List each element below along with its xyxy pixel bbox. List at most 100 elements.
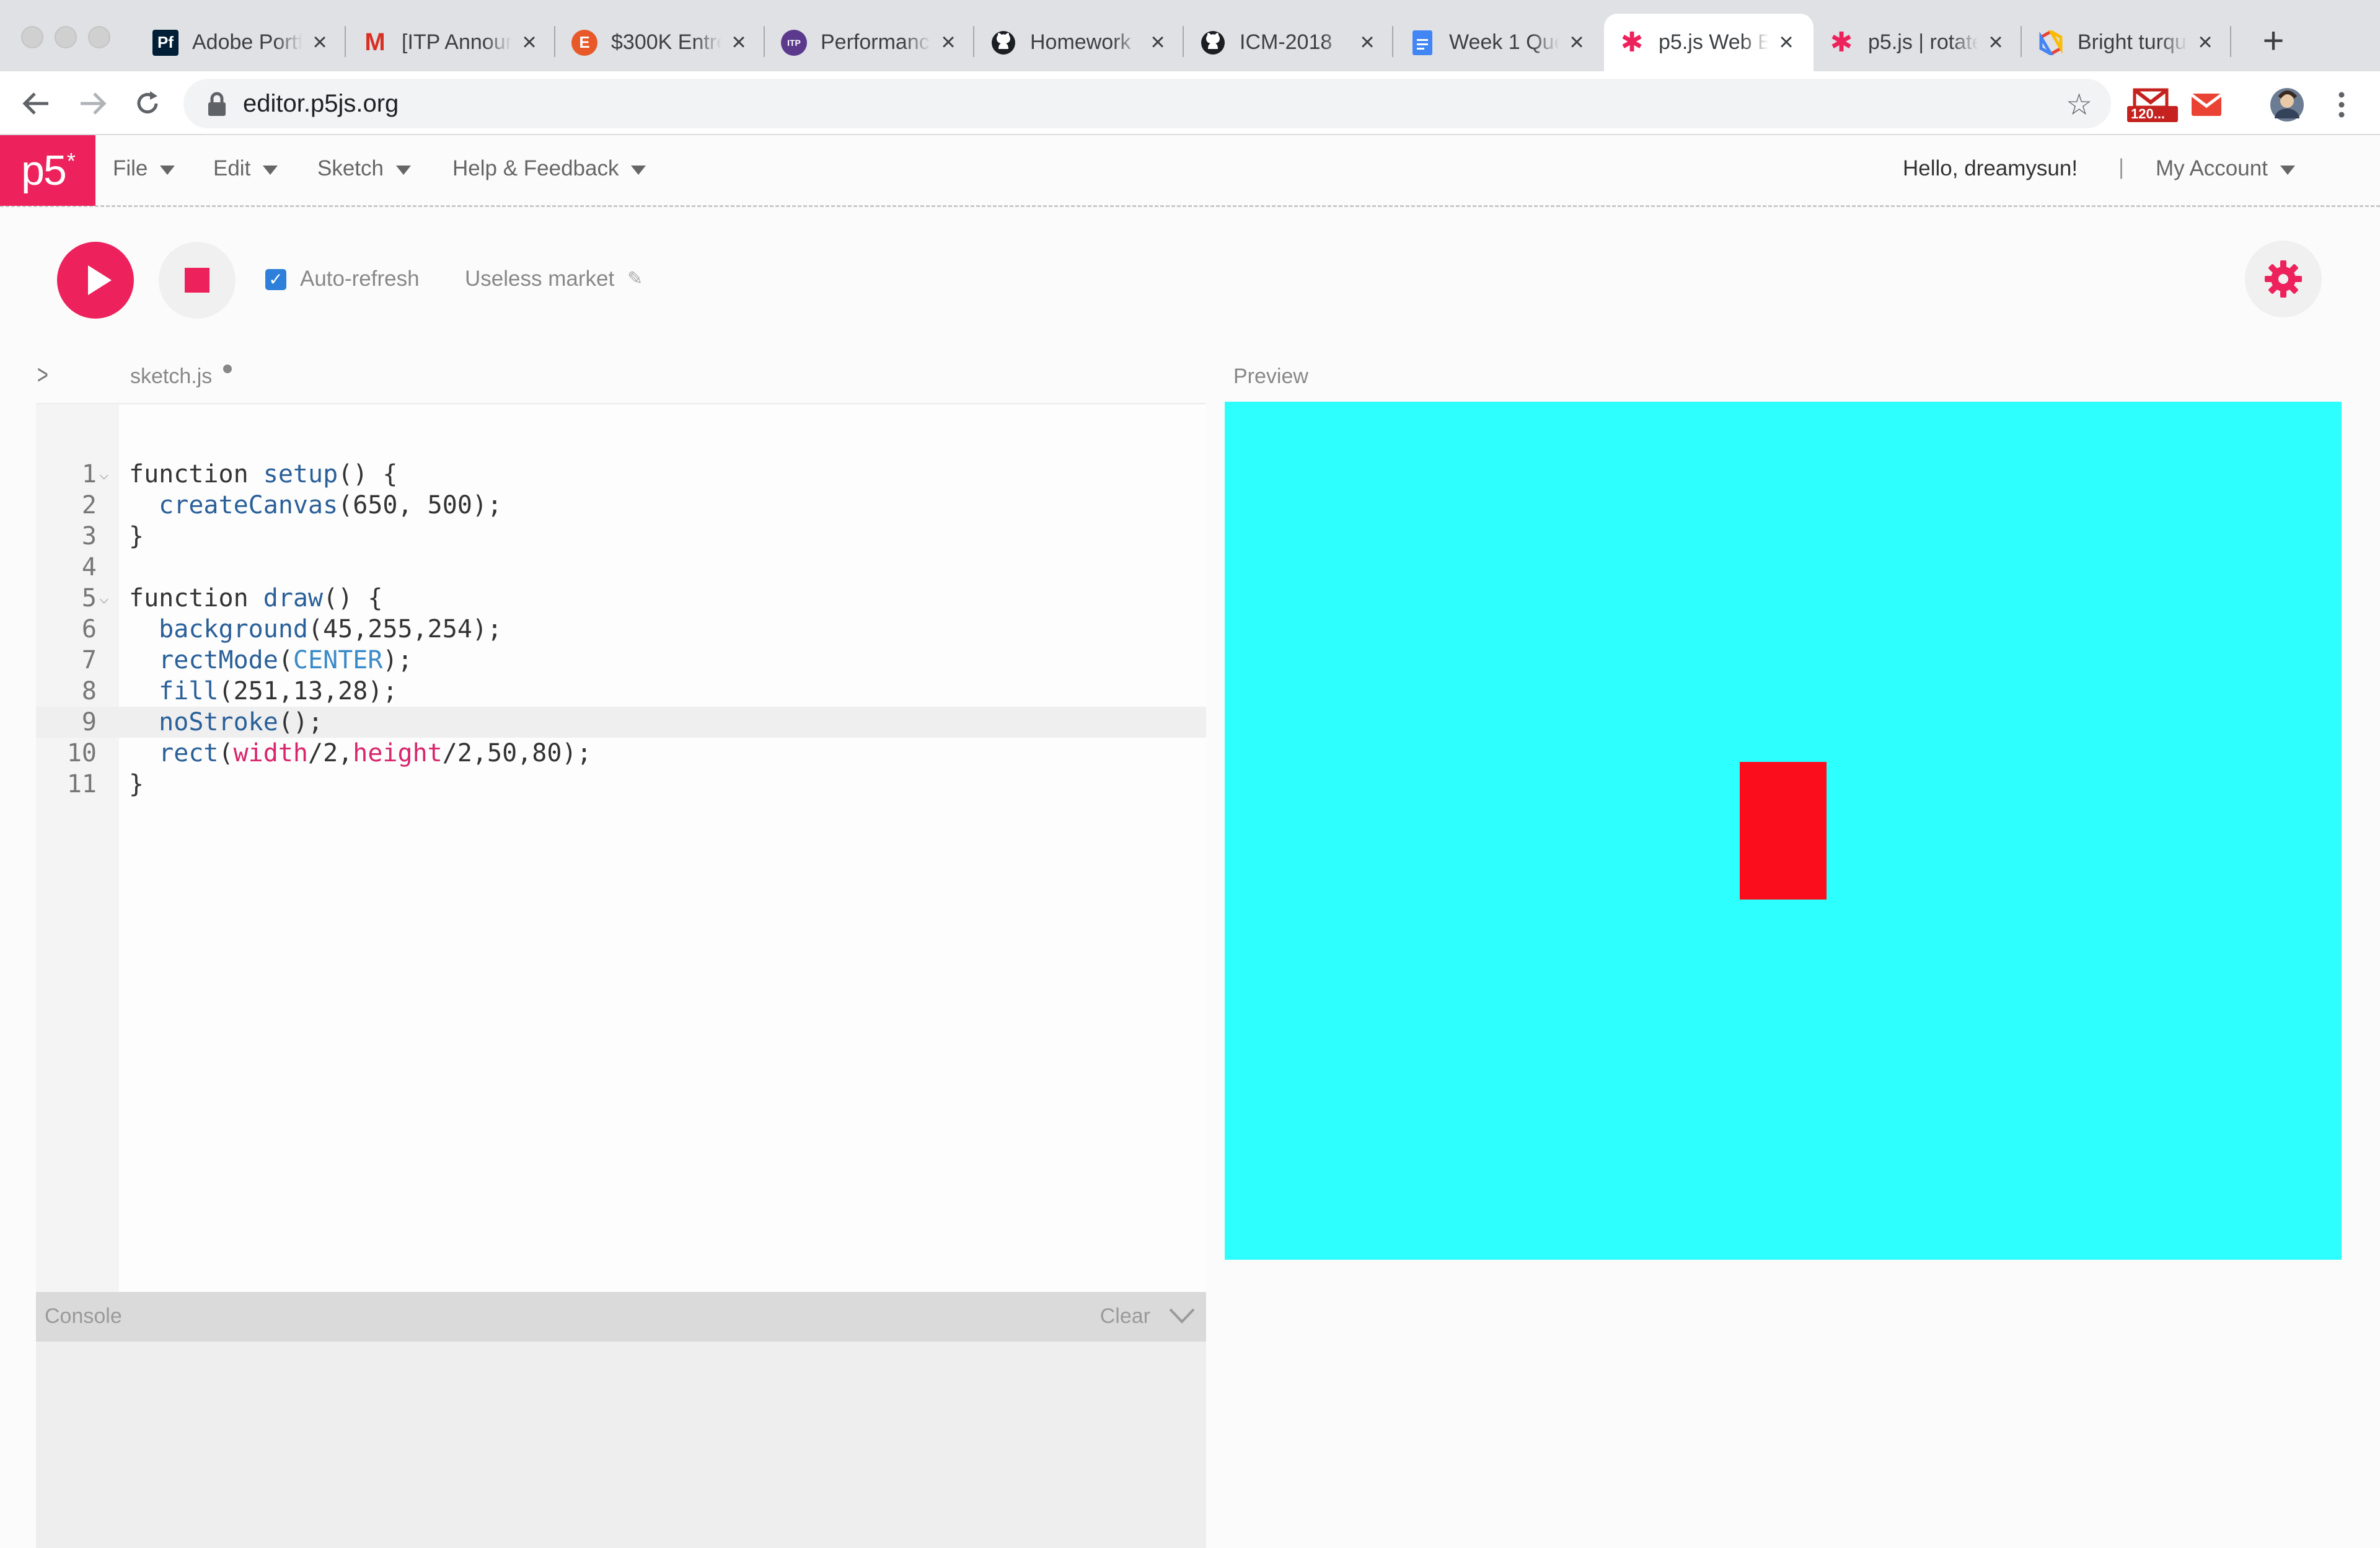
- gear-icon: [2265, 260, 2302, 298]
- console-panel: Console Clear: [36, 1292, 1206, 1548]
- browser-tab[interactable]: M [ITP Announcements]×: [347, 14, 557, 71]
- line-number: 7: [81, 646, 97, 674]
- close-icon[interactable]: ×: [1983, 29, 2008, 56]
- code-line-current[interactable]: 9 noStroke();: [36, 707, 1206, 738]
- auto-refresh-label[interactable]: Auto-refresh: [300, 267, 420, 291]
- console-label: Console: [45, 1304, 122, 1328]
- close-icon[interactable]: ×: [2193, 29, 2218, 56]
- p5-asterisk-icon: ✱: [1830, 27, 1853, 58]
- browser-tab[interactable]: ITP Performance ×: [766, 14, 976, 71]
- p5-logo-text: p5: [21, 147, 67, 194]
- expand-sidebar-chevron-icon[interactable]: >: [37, 360, 48, 391]
- close-icon[interactable]: ×: [726, 29, 751, 56]
- settings-button[interactable]: [2245, 241, 2322, 317]
- edit-menu-label: Edit: [213, 156, 251, 180]
- profile-avatar[interactable]: [2270, 87, 2304, 122]
- line-number: 3: [81, 522, 97, 551]
- browser-tab[interactable]: Bright turquoise×: [2023, 14, 2232, 71]
- console-clear-button[interactable]: Clear: [1100, 1304, 1150, 1329]
- code-editor[interactable]: 1 ⌵ function setup() { 2 createCanvas(65…: [36, 403, 1206, 1293]
- browser-tab[interactable]: ICM-2018 ×: [1185, 14, 1395, 71]
- file-menu[interactable]: File: [113, 156, 175, 181]
- user-greeting: Hello, dreamysun!: [1903, 156, 2078, 180]
- sketch-preview-canvas[interactable]: [1225, 402, 2342, 1260]
- auto-refresh-checkbox[interactable]: ✓: [265, 269, 286, 290]
- tab-title: Adobe Portfolio: [192, 30, 302, 54]
- fold-chevron-icon[interactable]: ⌵: [99, 459, 109, 490]
- tab-title: Week 1 Questions: [1449, 30, 1559, 54]
- tab-separator: [973, 26, 974, 57]
- tab-title: Homework: [1030, 30, 1131, 54]
- code-line[interactable]: 8 fill(251,13,28);: [36, 676, 1206, 707]
- close-icon[interactable]: ×: [1774, 29, 1799, 56]
- close-icon[interactable]: ×: [1355, 29, 1380, 56]
- tab-title: [ITP Announcements]: [402, 30, 512, 54]
- mail-extension[interactable]: [2190, 87, 2223, 122]
- close-icon[interactable]: ×: [1564, 29, 1589, 56]
- edit-pencil-icon[interactable]: ✎: [627, 268, 643, 290]
- preview-label: Preview: [1233, 365, 1308, 388]
- unsaved-indicator: [223, 365, 232, 373]
- close-icon[interactable]: ×: [307, 29, 332, 56]
- colorhexa-icon: [2038, 30, 2064, 56]
- console-header: Console Clear: [36, 1292, 1206, 1342]
- browser-tab[interactable]: Week 1 Questions×: [1395, 14, 1604, 71]
- back-button[interactable]: [19, 86, 53, 121]
- help-feedback-menu[interactable]: Help & Feedback: [452, 156, 646, 181]
- line-number: 11: [66, 770, 97, 798]
- fold-chevron-icon[interactable]: ⌵: [99, 583, 109, 614]
- github-icon: [1200, 30, 1226, 56]
- gmail-checker-extension[interactable]: 120...: [2127, 87, 2178, 122]
- new-tab-button[interactable]: +: [2256, 22, 2291, 60]
- help-menu-label: Help & Feedback: [452, 156, 619, 180]
- p5-asterisk-icon: ✱: [1620, 27, 1644, 58]
- line-number: 9: [81, 708, 97, 736]
- file-menu-label: File: [113, 156, 148, 180]
- browser-tab[interactable]: Pf Adobe Portfolio×: [138, 14, 347, 71]
- code-line[interactable]: 5 ⌵ function draw() {: [36, 583, 1206, 614]
- window-zoom-button[interactable]: [88, 26, 110, 48]
- browser-tab[interactable]: Homework ×: [976, 14, 1185, 71]
- close-icon[interactable]: ×: [517, 29, 542, 56]
- sketch-menu[interactable]: Sketch: [317, 156, 411, 181]
- tab-title: ICM-2018: [1240, 30, 1333, 54]
- chrome-menu-button[interactable]: [2334, 87, 2349, 122]
- reload-button[interactable]: [130, 86, 165, 121]
- gmail-unread-badge: 120...: [2131, 106, 2166, 122]
- url-text: editor.p5js.org: [243, 90, 399, 117]
- file-tab-name[interactable]: sketch.js: [130, 365, 212, 389]
- github-icon: [990, 30, 1016, 56]
- stop-button[interactable]: [159, 242, 236, 319]
- line-number: 2: [81, 491, 97, 520]
- browser-tab-strip: PfAdobe Portfolio×M[ITP Announcements]×E…: [0, 0, 2380, 71]
- my-account-menu[interactable]: My Account: [2156, 156, 2295, 181]
- back-arrow-icon: [22, 92, 48, 115]
- play-button[interactable]: [57, 242, 134, 319]
- code-line[interactable]: 7 rectMode(CENTER);: [36, 645, 1206, 676]
- code-line[interactable]: 1 ⌵ function setup() {: [36, 459, 1206, 490]
- code-line[interactable]: 6 background(45,255,254);: [36, 614, 1206, 645]
- edit-menu[interactable]: Edit: [213, 156, 278, 181]
- browser-tab[interactable]: ✱ p5.js | rotate ×: [1814, 14, 2023, 71]
- code-line[interactable]: 10 rect(width/2,height/2,50,80);: [36, 738, 1206, 769]
- adobe-portfolio-icon: Pf: [152, 29, 178, 56]
- p5-logo[interactable]: p5 *: [0, 135, 95, 206]
- bookmark-star-icon[interactable]: ☆: [2066, 87, 2092, 122]
- forward-button[interactable]: [76, 86, 110, 121]
- window-close-button[interactable]: [21, 26, 43, 48]
- browser-tab[interactable]: ✱ p5.js Web Editor×: [1604, 14, 1814, 71]
- address-bar[interactable]: editor.p5js.org ☆: [183, 79, 2111, 128]
- code-line[interactable]: 4: [36, 552, 1206, 583]
- tab-separator: [764, 26, 765, 57]
- tab-title: Bright turquoise: [2078, 30, 2188, 54]
- close-icon[interactable]: ×: [1145, 29, 1170, 56]
- code-line[interactable]: 3 }: [36, 521, 1206, 552]
- code-line[interactable]: 2 createCanvas(650, 500);: [36, 490, 1206, 521]
- collapse-chevron-icon[interactable]: [1166, 1303, 1197, 1328]
- sketch-name[interactable]: Useless market: [465, 267, 614, 291]
- window-minimize-button[interactable]: [55, 26, 77, 48]
- browser-tab[interactable]: E $300K Entrepreneurship×: [557, 14, 766, 71]
- code-line[interactable]: 11 }: [36, 769, 1206, 800]
- close-icon[interactable]: ×: [936, 29, 961, 56]
- tab-separator: [2230, 26, 2231, 57]
